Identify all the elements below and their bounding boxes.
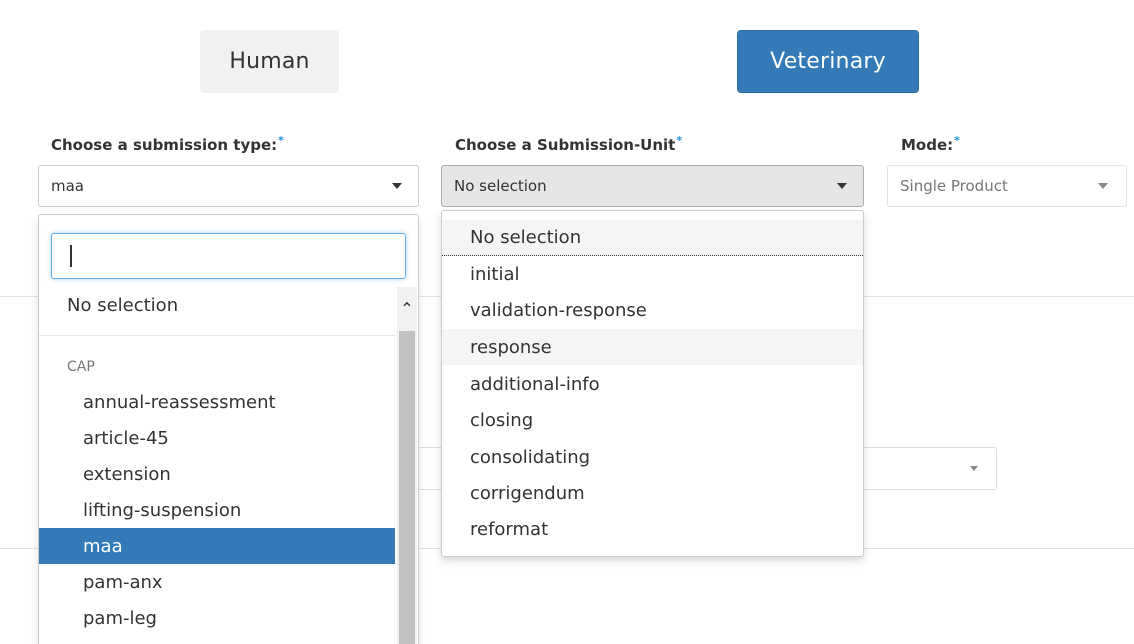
option-lifting-suspension[interactable]: lifting-suspension [39,492,395,528]
option-pam-leg[interactable]: pam-leg [39,600,395,636]
unit-option-additional-info[interactable]: additional-info [442,366,863,402]
human-button[interactable]: Human [200,30,339,93]
submission-unit-label: Choose a Submission-Unit* [455,134,682,154]
dropdown-scrollbar[interactable]: ⌃ [397,287,417,644]
unit-option-reformat[interactable]: reformat [442,511,863,547]
required-marker: * [278,134,284,147]
submission-unit-label-text: Choose a Submission-Unit [455,136,676,154]
unit-option-closing[interactable]: closing [442,402,863,438]
option-divider [39,335,395,336]
caret-down-icon [970,466,978,471]
submission-unit-dropdown: No selection initial validation-response… [441,210,864,557]
option-article-45[interactable]: article-45 [39,420,395,456]
caret-down-icon [1098,183,1108,189]
option-annual-reassessment[interactable]: annual-reassessment [39,384,395,420]
required-marker: * [954,134,960,147]
submission-unit-value: No selection [454,177,547,195]
caret-down-icon [392,183,402,189]
unit-option-response[interactable]: response [442,329,863,365]
submission-type-label: Choose a submission type:* [51,134,284,154]
mode-label-text: Mode: [901,136,954,154]
scrollbar-thumb[interactable] [399,331,415,644]
caret-down-icon [837,183,847,189]
unit-option-no-selection[interactable]: No selection [442,220,863,256]
option-extension[interactable]: extension [39,456,395,492]
required-marker: * [676,134,683,147]
submission-type-label-text: Choose a submission type: [51,136,278,154]
scroll-up-icon[interactable]: ⌃ [397,287,417,329]
unit-option-consolidating[interactable]: consolidating [442,439,863,475]
option-pam-anx[interactable]: pam-anx [39,564,395,600]
text-cursor [70,245,72,267]
unit-option-corrigendum[interactable]: corrigendum [442,475,863,511]
unit-option-initial[interactable]: initial [442,256,863,292]
veterinary-button[interactable]: Veterinary [737,30,919,93]
submission-type-value: maa [51,177,84,195]
option-group-label: CAP [67,359,95,375]
option-maa[interactable]: maa [39,528,395,564]
dropdown-search-input[interactable] [51,233,406,279]
submission-type-dropdown: No selection CAP annual-reassessment art… [38,214,419,644]
mode-value: Single Product [900,177,1008,195]
unit-option-validation-response[interactable]: validation-response [442,292,863,328]
option-no-selection[interactable]: No selection [39,287,395,323]
mode-select[interactable]: Single Product [887,165,1127,207]
submission-type-select[interactable]: maa [38,165,419,207]
submission-unit-select[interactable]: No selection [441,165,864,207]
mode-label: Mode:* [901,134,960,154]
